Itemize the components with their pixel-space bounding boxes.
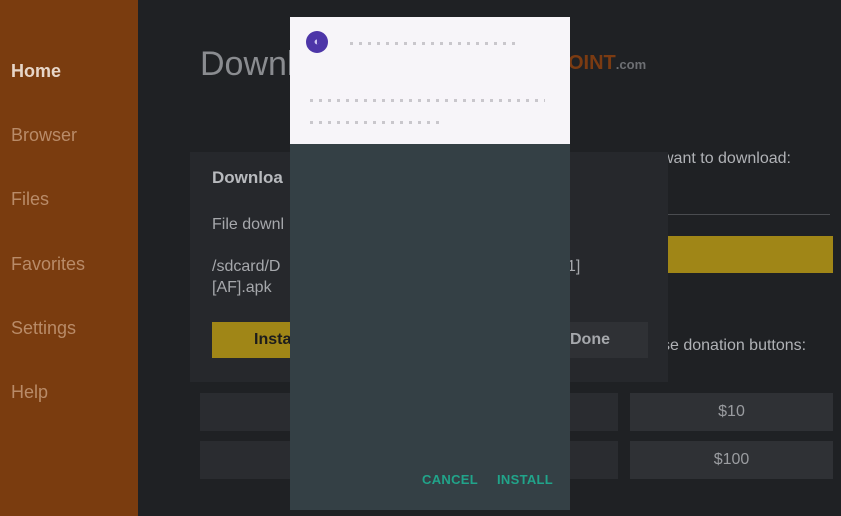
dialog-header: ◐ <box>290 17 570 144</box>
download-panel-title: Downloa <box>212 168 283 187</box>
go-button[interactable] <box>662 236 833 273</box>
sidebar-item-favorites[interactable]: Favorites <box>11 254 85 275</box>
done-button[interactable]: Done <box>560 322 648 358</box>
page-title: Downl <box>200 45 295 83</box>
url-prompt: want to download: <box>662 150 791 167</box>
dialog-message-line-2 <box>310 121 440 124</box>
sidebar-item-settings[interactable]: Settings <box>11 318 76 339</box>
sidebar-item-home[interactable]: Home <box>11 61 61 82</box>
download-filename: [AF].apk <box>212 279 272 296</box>
donate-10-button[interactable]: $10 <box>630 393 833 431</box>
download-path: /sdcard/D <box>212 258 281 275</box>
donation-prompt: se donation buttons: <box>662 337 807 354</box>
sidebar-item-help[interactable]: Help <box>11 382 48 403</box>
donate-100-button[interactable]: $100 <box>630 441 833 479</box>
logo-suffix: .com <box>615 57 647 72</box>
site-logo: OINT.com <box>568 52 646 75</box>
install-button[interactable]: Insta <box>212 322 302 358</box>
install-dialog: ◐ CANCEL INSTALL <box>290 17 570 510</box>
logo-text: OINT <box>568 52 616 74</box>
sidebar-item-browser[interactable]: Browser <box>11 125 77 146</box>
download-status: File downl <box>212 216 285 233</box>
sidebar-item-files[interactable]: Files <box>11 189 49 210</box>
app-icon: ◐ <box>306 31 328 53</box>
dialog-install-button[interactable]: INSTALL <box>497 472 553 487</box>
dialog-message-line-1 <box>310 99 545 102</box>
url-input-underline[interactable] <box>662 214 830 215</box>
app-name-blurred <box>350 42 520 45</box>
cancel-button[interactable]: CANCEL <box>422 472 478 487</box>
sidebar: Home Browser Files Favorites Settings He… <box>0 0 138 516</box>
